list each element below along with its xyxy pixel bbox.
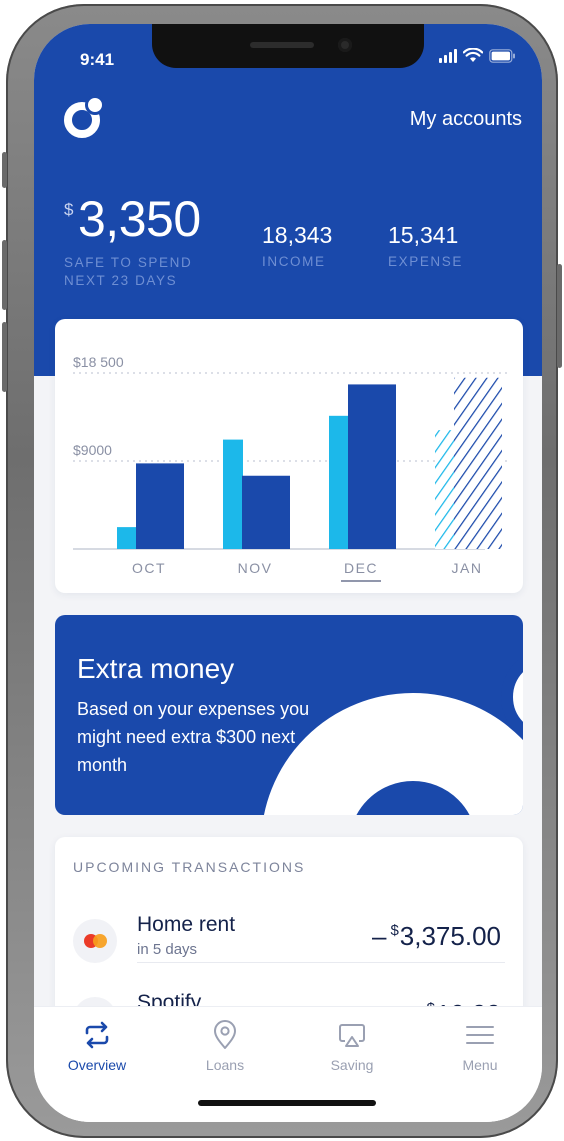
hamburger-menu-icon <box>466 1026 494 1044</box>
bar-dec-secondary[interactable] <box>329 415 349 549</box>
volume-down-button <box>2 322 7 392</box>
brand-logo-icon <box>64 96 105 138</box>
app-screen: 9:41 My accounts $ 3,350 SAFE TO SPEND N… <box>34 24 542 1122</box>
bar-nov-primary[interactable] <box>242 475 290 549</box>
bar-oct-primary[interactable] <box>136 463 184 549</box>
bar-jan-primary[interactable] <box>454 377 502 549</box>
home-indicator[interactable] <box>198 1100 376 1106</box>
bar-dec-primary[interactable] <box>348 384 396 549</box>
spending-chart: $18 500 $9000 OCT NOV DEC JAN <box>73 354 507 582</box>
phone-frame: 9:41 My accounts $ 3,350 SAFE TO SPEND N… <box>2 4 562 1138</box>
transaction-name: Home rent <box>137 913 236 936</box>
safe-to-spend-amount: 3,350 <box>78 191 201 247</box>
safe-to-spend-label: SAFE TO SPEND NEXT 23 DAYS <box>64 255 193 288</box>
bar-oct-secondary[interactable] <box>117 527 137 549</box>
section-title: UPCOMING TRANSACTIONS <box>73 859 306 875</box>
device-notch <box>152 24 424 68</box>
tab-label: Overview <box>67 1057 127 1073</box>
x-tick-label[interactable]: OCT <box>132 560 166 576</box>
tab-overview[interactable]: Overview <box>47 1019 147 1073</box>
transaction-due: in 5 days <box>137 941 198 958</box>
tab-loans[interactable]: Loans <box>175 1019 275 1073</box>
location-pin-icon <box>214 1020 236 1049</box>
x-tick-label[interactable]: NOV <box>238 560 273 576</box>
gridline-label: $9000 <box>73 442 112 458</box>
expense-value: 15,341 <box>388 222 459 248</box>
income-label: INCOME <box>262 254 326 269</box>
repeat-arrows-icon <box>85 1021 109 1049</box>
x-tick-label[interactable]: JAN <box>452 560 483 576</box>
expense-label: EXPENSE <box>388 254 463 269</box>
tab-menu[interactable]: Menu <box>430 1019 530 1073</box>
tab-saving[interactable]: Saving <box>302 1019 402 1073</box>
tab-label: Loans <box>205 1057 245 1073</box>
income-value: 18,343 <box>262 222 333 248</box>
extra-money-description: Based on your expenses you might need ex… <box>77 699 310 775</box>
airplay-icon <box>339 1024 365 1047</box>
transaction-row[interactable]: Home rent in 5 days – $3,375.00 <box>55 911 523 997</box>
battery-icon <box>489 49 515 63</box>
extra-money-title: Extra money <box>77 653 235 684</box>
wifi-icon <box>463 48 483 62</box>
bar-nov-secondary[interactable] <box>223 439 243 549</box>
x-tick-label[interactable]: DEC <box>344 560 378 576</box>
gridline-label: $18 500 <box>73 354 124 370</box>
tab-label: Menu <box>462 1057 498 1073</box>
mute-switch <box>2 152 7 188</box>
extra-money-card[interactable]: Extra money Based on your expenses you m… <box>55 615 523 815</box>
status-time: 9:41 <box>80 50 115 69</box>
speaker-grille <box>250 42 314 48</box>
bar-jan-secondary[interactable] <box>435 430 455 549</box>
volume-up-button <box>2 240 7 310</box>
status-icons <box>439 48 516 63</box>
currency-symbol: $ <box>64 200 74 219</box>
front-camera <box>338 38 352 52</box>
power-button <box>557 264 562 368</box>
mastercard-icon <box>73 919 117 963</box>
row-divider <box>137 962 505 963</box>
cellular-signal-icon <box>439 49 457 63</box>
spending-chart-card: $18 500 $9000 OCT NOV DEC JAN <box>55 319 523 593</box>
my-accounts-link[interactable]: My accounts <box>410 108 522 131</box>
transaction-amount: – $3,375.00 <box>371 921 501 951</box>
tab-label: Saving <box>330 1057 374 1073</box>
